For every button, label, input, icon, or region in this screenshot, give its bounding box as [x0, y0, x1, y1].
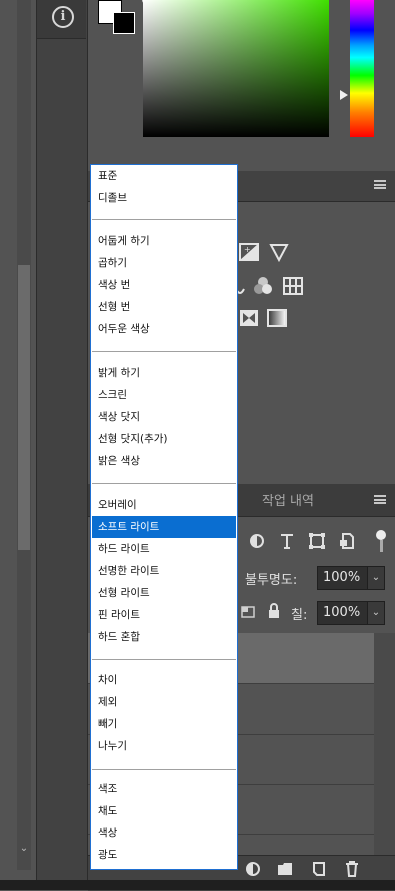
- hue-slider[interactable]: [350, 0, 374, 137]
- blend-option-linear-light[interactable]: 선형 라이트: [92, 582, 236, 604]
- fill-dropdown-arrow-icon[interactable]: ⌄: [367, 601, 385, 625]
- adjustments-panel-menu-icon[interactable]: [374, 180, 386, 189]
- menu-separator: [92, 219, 236, 220]
- blend-option-exclusion[interactable]: 제외: [92, 691, 236, 713]
- menu-separator: [92, 351, 236, 352]
- opacity-input[interactable]: 100%: [317, 566, 368, 590]
- blend-option-overlay[interactable]: 오버레이: [92, 494, 236, 516]
- new-layer-icon[interactable]: [310, 860, 328, 878]
- filter-toggle-switch[interactable]: [376, 530, 386, 540]
- layers-panel-menu-icon[interactable]: [374, 495, 386, 504]
- blend-option-linear-dodge[interactable]: 선형 닷지(추가): [92, 428, 236, 450]
- folder-icon[interactable]: [276, 860, 294, 878]
- lock-all-icon[interactable]: [267, 603, 281, 619]
- blend-option-lighten[interactable]: 밝게 하기: [92, 362, 236, 384]
- opacity-label: 불투명도:: [245, 573, 298, 588]
- blend-option-soft-light[interactable]: 소프트 라이트: [92, 516, 236, 538]
- adjustment-filter-icon[interactable]: [247, 531, 267, 551]
- fill-input[interactable]: 100%: [317, 601, 368, 625]
- shape-filter-icon[interactable]: [307, 531, 327, 551]
- blend-option-divide[interactable]: 나누기: [92, 735, 236, 757]
- grid-lookup-icon[interactable]: [282, 275, 304, 297]
- blend-option-multiply[interactable]: 곱하기: [92, 252, 236, 274]
- blend-option-color[interactable]: 색상: [92, 822, 236, 844]
- background-color-swatch[interactable]: [113, 12, 135, 34]
- blend-option-vivid-light[interactable]: 선명한 라이트: [92, 560, 236, 582]
- scroll-down-arrow-icon[interactable]: ⌄: [18, 842, 30, 856]
- blend-option-color-dodge[interactable]: 색상 닷지: [92, 406, 236, 428]
- menu-separator: [92, 659, 236, 660]
- info-icon[interactable]: i: [52, 6, 74, 28]
- hue-slider-marker[interactable]: [340, 90, 348, 100]
- blend-option-hue[interactable]: 색조: [92, 778, 236, 800]
- panel-dock-column: [36, 0, 88, 890]
- blend-option-saturation[interactable]: 채도: [92, 800, 236, 822]
- blend-option-pin-light[interactable]: 핀 라이트: [92, 604, 236, 626]
- opacity-dropdown-arrow-icon[interactable]: ⌄: [367, 566, 385, 590]
- gradient-map-icon[interactable]: [266, 307, 288, 329]
- blend-option-darker-color[interactable]: 어두운 색상: [92, 318, 236, 340]
- lock-transparency-icon[interactable]: [240, 603, 256, 619]
- blend-option-normal[interactable]: 표준: [92, 165, 236, 187]
- blend-option-screen[interactable]: 스크린: [92, 384, 236, 406]
- type-filter-icon[interactable]: [277, 531, 297, 551]
- blend-option-luminosity[interactable]: 광도: [92, 844, 236, 866]
- blend-option-linear-burn[interactable]: 선형 번: [92, 296, 236, 318]
- status-strip: [0, 880, 395, 890]
- blend-option-difference[interactable]: 차이: [92, 669, 236, 691]
- blend-option-dissolve[interactable]: 디졸브: [92, 187, 236, 209]
- tab-history[interactable]: 작업 내역: [262, 490, 314, 509]
- blend-option-subtract[interactable]: 빼기: [92, 713, 236, 735]
- svg-text:+: +: [244, 245, 251, 254]
- menu-separator: [92, 769, 236, 770]
- smart-object-filter-icon[interactable]: [337, 531, 357, 551]
- color-lookup-icon[interactable]: [252, 275, 274, 297]
- canvas-scroll-thumb[interactable]: [18, 265, 30, 550]
- layers-scrollbar[interactable]: [374, 633, 395, 863]
- blend-mode-dropdown[interactable]: 표준 디졸브 어둡게 하기 곱하기 색상 번 선형 번 어두운 색상 밝게 하기…: [90, 164, 238, 870]
- blend-option-darken[interactable]: 어둡게 하기: [92, 230, 236, 252]
- blend-option-hard-mix[interactable]: 하드 혼합: [92, 626, 236, 648]
- blend-option-color-burn[interactable]: 색상 번: [92, 274, 236, 296]
- triangle-gradient-icon[interactable]: [268, 241, 290, 263]
- fill-label: 칠:: [291, 608, 308, 623]
- filter-toggle-track: [380, 540, 383, 552]
- menu-separator: [92, 483, 236, 484]
- blend-option-hard-light[interactable]: 하드 라이트: [92, 538, 236, 560]
- adjustment-layer-icon[interactable]: [244, 860, 262, 878]
- exposure-icon[interactable]: +: [238, 241, 260, 263]
- invert-icon[interactable]: [238, 307, 260, 329]
- trash-icon[interactable]: [343, 860, 361, 878]
- color-picker-field[interactable]: [143, 0, 329, 137]
- blend-option-lighter-color[interactable]: 밝은 색상: [92, 450, 236, 472]
